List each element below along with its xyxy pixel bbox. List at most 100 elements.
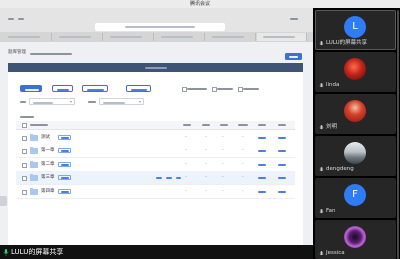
- browser-tab[interactable]: [155, 33, 205, 41]
- avatar: [344, 58, 366, 80]
- text-placeholder: [30, 53, 72, 55]
- browser-tab[interactable]: [2, 33, 52, 41]
- text-placeholder: [110, 36, 142, 38]
- toolbar-button[interactable]: [82, 85, 108, 92]
- folder-icon: [30, 161, 38, 168]
- text-placeholder: [278, 124, 286, 126]
- row-action-link[interactable]: [278, 190, 286, 193]
- cell-value: -: [242, 148, 244, 153]
- web-page: 题库管理 测试 - - - - 第一章 - - - - 第二章 - - - - …: [0, 42, 313, 245]
- browser-tab[interactable]: [206, 33, 256, 41]
- participant-tile[interactable]: linda: [315, 52, 396, 92]
- breadcrumb-root[interactable]: 题库管理: [8, 50, 26, 55]
- row-action-link[interactable]: [278, 149, 286, 152]
- row-action-link[interactable]: [278, 136, 286, 139]
- text-placeholder: [238, 124, 248, 126]
- table-header: [16, 121, 295, 130]
- folder-name[interactable]: 第二章: [41, 158, 55, 171]
- text-placeholder: [125, 26, 195, 28]
- table-row[interactable]: 第四章 - - - -: [16, 185, 295, 199]
- folder-icon: [30, 147, 38, 154]
- text-placeholder: [243, 88, 259, 90]
- cell-value: -: [205, 175, 207, 180]
- folder-name[interactable]: 第三章: [41, 171, 55, 184]
- difficulty-filter-select[interactable]: [99, 98, 144, 105]
- text-placeholder: [88, 100, 96, 103]
- avatar: [344, 100, 366, 122]
- folder-tag: [58, 175, 71, 180]
- row-action-link[interactable]: [278, 163, 286, 166]
- folder-name[interactable]: 第一章: [41, 144, 55, 157]
- text-placeholder: [212, 36, 244, 38]
- table-row[interactable]: 测试 - - - -: [16, 131, 295, 145]
- participant-tile[interactable]: F Fan: [315, 178, 396, 218]
- mic-icon: [319, 125, 324, 130]
- create-button[interactable]: [20, 85, 42, 92]
- row-action-link[interactable]: [258, 136, 266, 139]
- folder-icon: [30, 174, 38, 181]
- text-placeholder: [289, 55, 298, 58]
- browser-tab-strip: [0, 32, 313, 42]
- folder-name[interactable]: 第四章: [41, 185, 55, 198]
- hover-action-link[interactable]: [166, 176, 172, 179]
- cell-value: -: [205, 135, 207, 140]
- avatar: [344, 142, 366, 164]
- browser-tab-active[interactable]: [257, 33, 307, 41]
- row-checkbox[interactable]: [22, 136, 27, 141]
- row-action-link[interactable]: [258, 190, 266, 193]
- select-all-checkbox[interactable]: [22, 123, 27, 128]
- browser-tab[interactable]: [53, 33, 103, 41]
- hover-action-link[interactable]: [176, 176, 181, 179]
- participant-scrollbar[interactable]: [397, 10, 399, 259]
- hover-action-link[interactable]: [156, 176, 162, 179]
- mic-icon: [319, 209, 324, 214]
- text-placeholder: [20, 100, 26, 103]
- cell-value: -: [242, 175, 244, 180]
- type-filter-select[interactable]: [29, 98, 75, 105]
- text-placeholder: [263, 36, 295, 38]
- table-row[interactable]: 第一章 - - - -: [16, 144, 295, 158]
- cell-value: -: [222, 175, 224, 180]
- row-checkbox[interactable]: [22, 190, 27, 195]
- folder-name[interactable]: 测试: [41, 131, 50, 144]
- row-action-link[interactable]: [258, 176, 266, 179]
- header-action-button[interactable]: [285, 53, 302, 60]
- participant-tile[interactable]: 刘明: [315, 94, 396, 134]
- cell-value: -: [205, 189, 207, 194]
- participant-tile[interactable]: Jessica: [315, 220, 396, 259]
- row-action-link[interactable]: [258, 163, 266, 166]
- row-checkbox[interactable]: [22, 176, 27, 181]
- text-placeholder: [20, 116, 34, 118]
- address-bar[interactable]: [95, 23, 225, 31]
- cell-value: -: [185, 162, 187, 167]
- text-placeholder: [87, 88, 104, 91]
- table-row-hovered[interactable]: 第三章 - - - -: [16, 171, 295, 185]
- row-checkbox[interactable]: [22, 149, 27, 154]
- forward-icon[interactable]: [18, 18, 24, 20]
- toolbar-icon[interactable]: [290, 18, 298, 20]
- avatar: [344, 226, 366, 248]
- text-placeholder: [61, 177, 69, 179]
- text-placeholder: [217, 88, 233, 90]
- back-icon[interactable]: [8, 18, 14, 20]
- text-placeholder: [61, 191, 69, 193]
- browser-tab[interactable]: [104, 33, 154, 41]
- row-checkbox[interactable]: [22, 163, 27, 168]
- participant-tile[interactable]: dengdeng: [315, 136, 396, 176]
- toolbar-button[interactable]: [52, 85, 73, 92]
- row-action-link[interactable]: [258, 149, 266, 152]
- meeting-title-bar: 腾讯会议: [0, 0, 400, 8]
- text-placeholder: [103, 101, 125, 104]
- text-placeholder: [187, 88, 207, 90]
- browser-toolbar: [0, 8, 313, 32]
- cell-value: -: [205, 162, 207, 167]
- toolbar-button[interactable]: [126, 85, 151, 92]
- cell-value: -: [242, 135, 244, 140]
- text-placeholder: [145, 66, 167, 69]
- folder-icon: [30, 188, 38, 195]
- table-row[interactable]: 第二章 - - - -: [16, 158, 295, 172]
- side-collapse-handle[interactable]: [0, 196, 7, 206]
- participant-tile[interactable]: L LULU的屏幕共享: [315, 10, 396, 50]
- row-action-link[interactable]: [278, 176, 286, 179]
- cell-value: -: [185, 148, 187, 153]
